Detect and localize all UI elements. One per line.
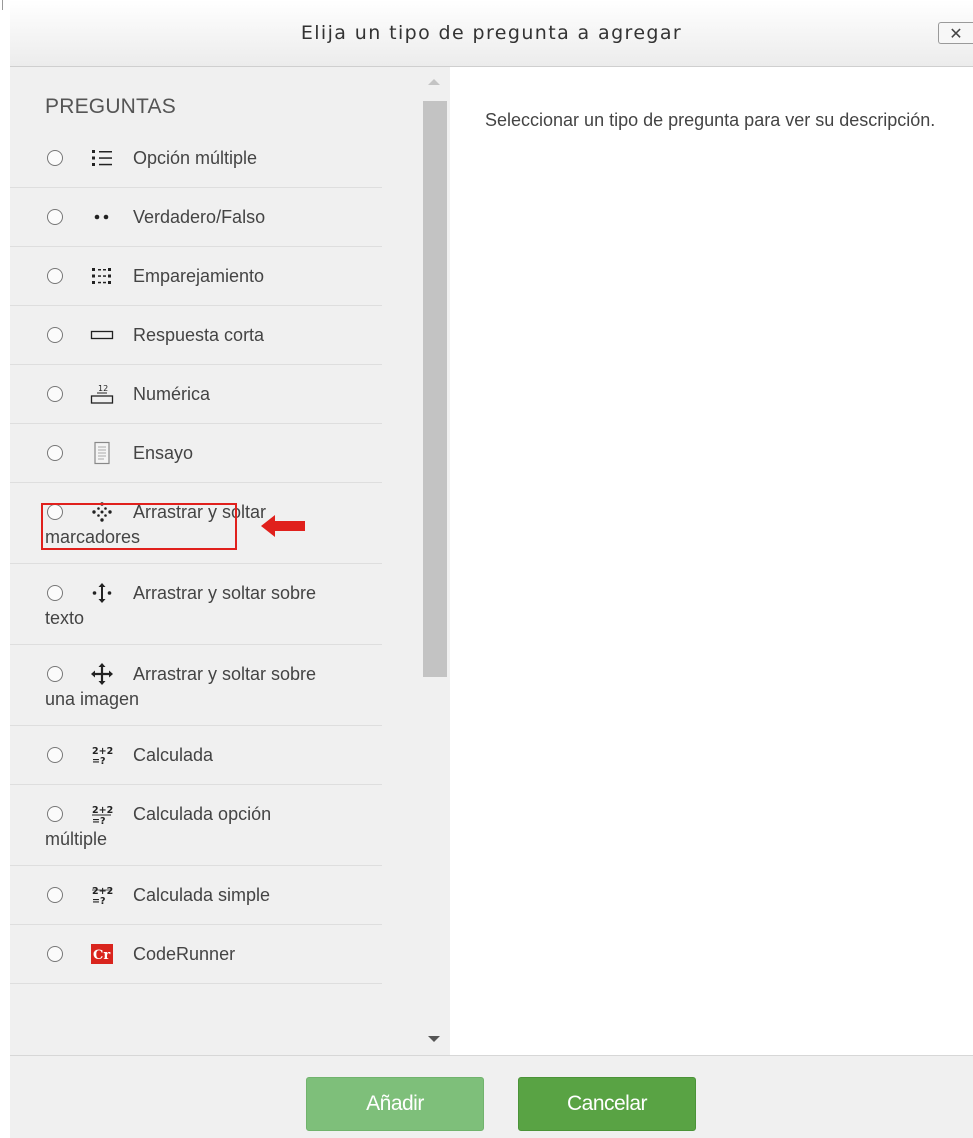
true-false-icon xyxy=(89,206,115,228)
option-label-continued: múltiple xyxy=(45,829,108,849)
calculated-icon: 2+2 =? xyxy=(89,744,115,766)
close-icon: ✕ xyxy=(949,23,963,43)
option-label: Calculada xyxy=(133,744,214,765)
coderunner-icon: Cr xyxy=(89,943,115,965)
svg-text:Cr: Cr xyxy=(93,948,110,963)
option-calculatedsimple[interactable]: 2+2 =? Calculada simple xyxy=(10,866,382,925)
option-label-continued: una imagen xyxy=(45,689,140,709)
option-calculated[interactable]: 2+2 =? Calculada xyxy=(10,726,382,785)
svg-text:=?: =? xyxy=(92,896,105,906)
radio-button[interactable] xyxy=(47,806,63,822)
calculated-simple-icon: 2+2 =? xyxy=(89,884,115,906)
drag-drop-image-icon xyxy=(89,663,115,685)
option-label: Emparejamiento xyxy=(133,265,265,286)
radio-button[interactable] xyxy=(47,150,63,166)
cancel-button[interactable]: Cancelar xyxy=(518,1077,696,1131)
radio-button[interactable] xyxy=(47,747,63,763)
svg-text:12: 12 xyxy=(98,384,108,393)
question-type-dialog: Elija un tipo de pregunta a agregar ✕ PR… xyxy=(10,0,973,1138)
question-type-description: Seleccionar un tipo de pregunta para ver… xyxy=(485,110,936,130)
option-multichoice[interactable]: Opción múltiple xyxy=(10,129,382,188)
radio-button[interactable] xyxy=(47,209,63,225)
option-label: Calculada simple xyxy=(133,884,271,905)
radio-button[interactable] xyxy=(47,585,63,601)
description-pane: Seleccionar un tipo de pregunta para ver… xyxy=(450,67,973,1055)
option-ddwtos[interactable]: Arrastrar y soltar sobre texto xyxy=(10,564,382,645)
calculated-multichoice-icon: 2+2 =? xyxy=(89,803,115,825)
radio-button[interactable] xyxy=(47,666,63,682)
close-button[interactable]: ✕ xyxy=(938,22,973,44)
red-pointer-arrow-icon xyxy=(261,515,305,537)
dialog-footer: Añadir Cancelar xyxy=(10,1055,973,1138)
radio-button[interactable] xyxy=(47,386,63,402)
question-types-pane: PREGUNTAS Opción múltiple Verdadero/Fals… xyxy=(10,67,420,1055)
option-label: Verdadero/Falso xyxy=(133,206,266,227)
radio-button[interactable] xyxy=(47,327,63,343)
option-label: Numérica xyxy=(133,383,211,404)
dialog-title: Elija un tipo de pregunta a agregar xyxy=(300,22,683,44)
scroll-thumb[interactable] xyxy=(423,101,447,677)
option-label: Opción múltiple xyxy=(133,147,258,168)
short-answer-icon xyxy=(89,324,115,346)
radio-button[interactable] xyxy=(47,268,63,284)
scroll-down-arrow-icon[interactable] xyxy=(428,1036,440,1042)
option-calculatedmulti[interactable]: 2+2 =? Calculada opción múltiple xyxy=(10,785,382,866)
scroll-up-arrow-icon[interactable] xyxy=(428,79,440,85)
option-match[interactable]: Emparejamiento xyxy=(10,247,382,306)
essay-icon xyxy=(89,441,115,465)
option-shortanswer[interactable]: Respuesta corta xyxy=(10,306,382,365)
question-type-list: Opción múltiple Verdadero/Falso Empareja… xyxy=(10,129,382,984)
radio-button[interactable] xyxy=(47,445,63,461)
window-left-edge xyxy=(0,0,10,1137)
option-label: Respuesta corta xyxy=(133,324,265,345)
option-essay[interactable]: Ensayo xyxy=(10,424,382,483)
option-numerical[interactable]: 12 Numérica xyxy=(10,365,382,424)
matching-icon xyxy=(89,265,115,287)
svg-text:=?: =? xyxy=(92,816,105,825)
svg-text:=?: =? xyxy=(92,756,105,766)
questions-heading: PREGUNTAS xyxy=(45,95,176,118)
option-label: Calculada opción xyxy=(133,803,272,824)
list-scrollbar[interactable] xyxy=(420,67,450,1055)
option-label-continued: texto xyxy=(45,608,85,628)
option-label: Ensayo xyxy=(133,442,194,463)
dialog-titlebar: Elija un tipo de pregunta a agregar ✕ xyxy=(10,0,973,67)
add-button[interactable]: Añadir xyxy=(306,1077,484,1131)
option-truefalse[interactable]: Verdadero/Falso xyxy=(10,188,382,247)
numerical-icon: 12 xyxy=(89,383,115,405)
option-coderunner[interactable]: Cr CodeRunner xyxy=(10,925,382,984)
option-label: Arrastrar y soltar sobre xyxy=(133,663,317,684)
multiple-choice-icon xyxy=(89,147,115,169)
essay-highlight-box xyxy=(41,503,237,550)
radio-button[interactable] xyxy=(47,887,63,903)
drag-drop-text-icon xyxy=(89,582,115,604)
option-label: CodeRunner xyxy=(133,943,236,964)
option-label: Arrastrar y soltar sobre xyxy=(133,582,317,603)
option-ddimageortext[interactable]: Arrastrar y soltar sobre una imagen xyxy=(10,645,382,726)
radio-button[interactable] xyxy=(47,946,63,962)
svg-text:2+2: 2+2 xyxy=(92,805,113,816)
